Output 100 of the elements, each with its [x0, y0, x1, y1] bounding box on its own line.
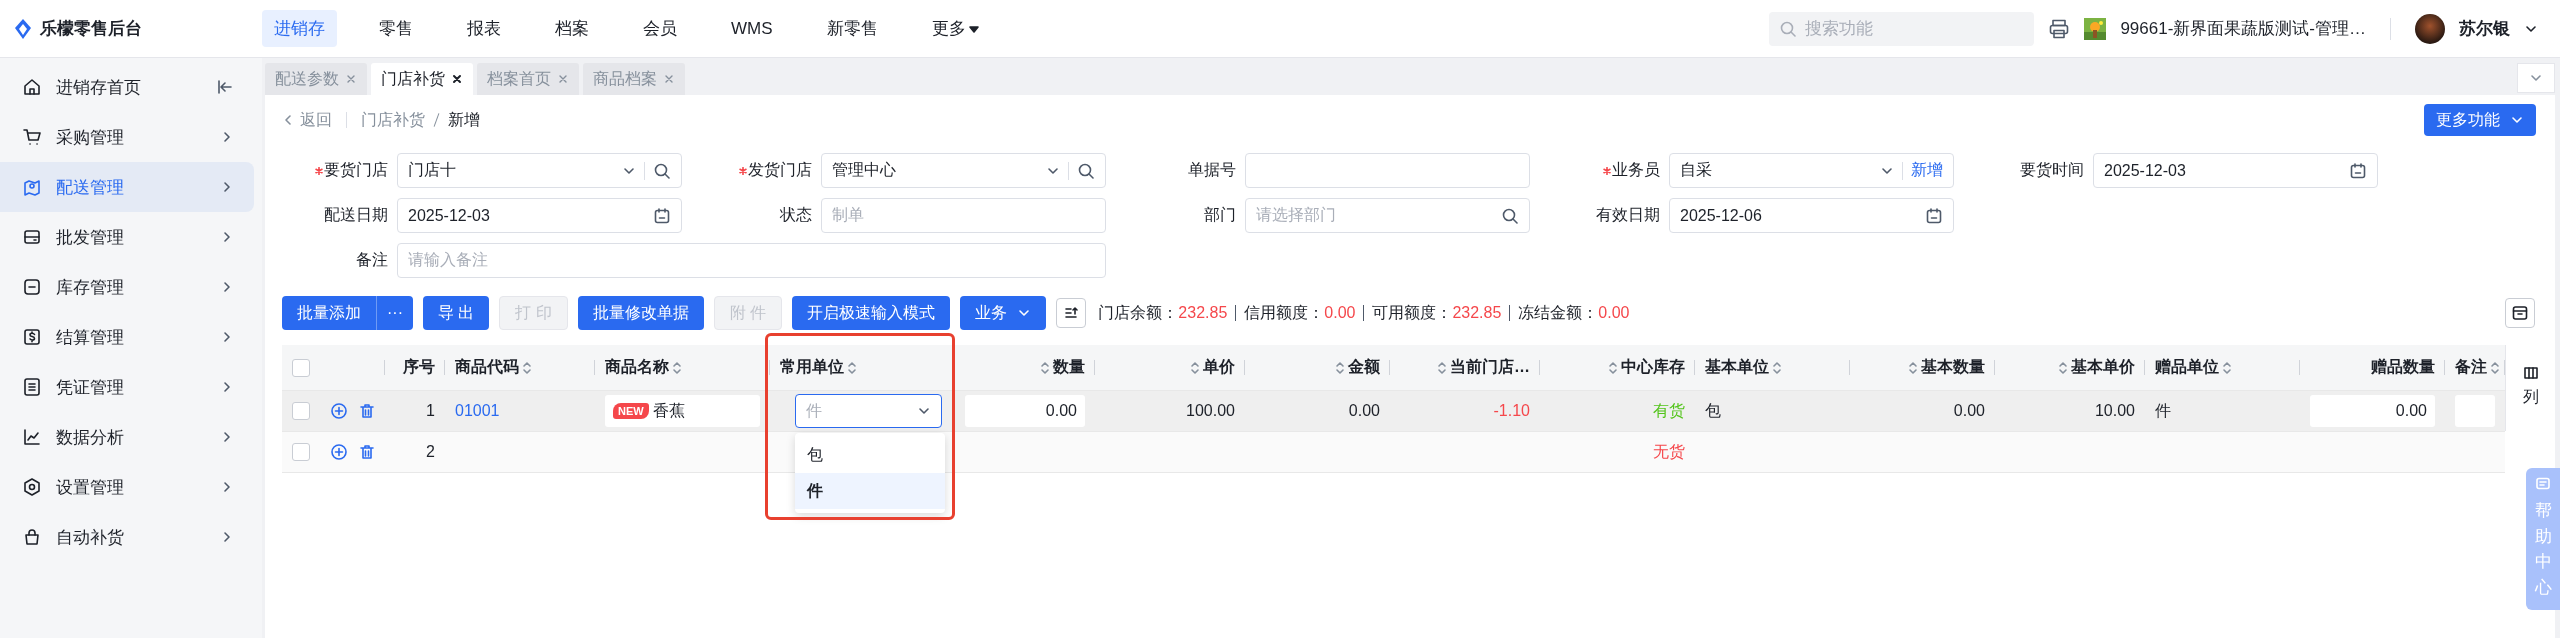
search-icon[interactable]	[653, 161, 671, 180]
date-field[interactable]: 2025-12-03	[397, 198, 682, 233]
sidebar-item[interactable]: 采购管理	[0, 112, 254, 162]
column-header[interactable]: 单价	[1190, 357, 1235, 378]
column-header[interactable]: 备注	[2455, 357, 2500, 378]
sort-button[interactable]	[1056, 298, 1087, 328]
add-link[interactable]: 新增	[1911, 160, 1943, 181]
bag-icon	[22, 527, 42, 547]
add-circle-icon[interactable]	[330, 402, 348, 420]
sidebar-item[interactable]: 凭证管理	[0, 362, 254, 412]
checkbox[interactable]	[292, 358, 310, 377]
archive-button[interactable]	[2505, 298, 2535, 328]
new-badge: NEW	[613, 403, 649, 419]
column-header[interactable]: 基本数量	[1908, 357, 1985, 378]
date-field[interactable]: 2025-12-06	[1669, 198, 1954, 233]
dropdown-button[interactable]: 业务	[960, 296, 1047, 330]
sort-icon	[1772, 360, 1782, 375]
sidebar-item[interactable]: 库存管理	[0, 262, 254, 312]
product-code-link[interactable]: 01001	[455, 402, 500, 420]
field-label: 单据号	[1188, 160, 1236, 180]
nav-tab[interactable]: 更多	[919, 10, 991, 47]
column-header[interactable]: 数量	[1040, 357, 1085, 378]
dropdown-option[interactable]: 件	[795, 473, 945, 509]
table-cell: -1.10	[1493, 402, 1530, 420]
balance-amount: 0.00	[1598, 304, 1630, 322]
tray-icon	[22, 227, 42, 247]
table-cell-text: 件	[2155, 400, 2171, 421]
add-circle-icon[interactable]	[330, 443, 348, 461]
required-icon	[315, 166, 323, 175]
select-field[interactable]: 管理中心	[821, 153, 1106, 188]
column-header[interactable]: 常用单位	[780, 357, 857, 378]
product-name-field[interactable]: NEW 香蕉	[605, 395, 760, 427]
caret-icon	[968, 23, 979, 34]
sort-icon	[672, 360, 682, 375]
column-header[interactable]: 商品名称	[605, 357, 682, 378]
column-header[interactable]: 当前门店…	[1437, 357, 1530, 378]
nav-tab[interactable]: 新零售	[814, 10, 890, 47]
balance-amount: 232.85	[1178, 304, 1228, 322]
column-header[interactable]: 金额	[1335, 357, 1380, 378]
input-field[interactable]: 0.00	[965, 395, 1085, 427]
balance-label: 门店余额：	[1098, 302, 1179, 323]
search-icon	[1779, 19, 1798, 38]
printer-icon[interactable]	[2048, 17, 2071, 40]
sidebar-item[interactable]: 结算管理	[0, 312, 254, 362]
sidebar-item[interactable]: 自动补货	[0, 512, 254, 562]
search-icon[interactable]	[1077, 161, 1095, 180]
tab[interactable]: 门店补货	[371, 63, 473, 95]
column-header[interactable]: 赠品单位	[2155, 357, 2232, 378]
toolbar-button[interactable]: 导 出	[423, 296, 490, 330]
sort-icon	[522, 360, 532, 375]
field-label: 要货时间	[2020, 160, 2084, 180]
input-field[interactable]: 0.00	[2310, 395, 2435, 427]
batch-add-button[interactable]: 批量添加	[282, 296, 376, 330]
calendar-icon	[2349, 161, 2367, 180]
column-header[interactable]: 基本单位	[1705, 357, 1782, 378]
nav-tab[interactable]: 零售	[367, 10, 425, 47]
checkbox[interactable]	[292, 402, 310, 420]
sort-icon	[1335, 360, 1345, 375]
required-icon	[739, 166, 747, 175]
toolbar-button[interactable]: 开启极速输入模式	[792, 296, 951, 330]
collapse-icon[interactable]	[216, 78, 234, 96]
sidebar-item[interactable]: 批发管理	[0, 212, 254, 262]
column-header[interactable]: 基本单价	[2058, 357, 2135, 378]
calendar-icon	[1925, 206, 1943, 225]
select-field[interactable]: 自采 新增	[1669, 153, 1954, 188]
sidebar-item[interactable]: 进销存首页	[0, 62, 254, 112]
date-field[interactable]: 2025-12-03	[2093, 153, 2378, 188]
more-options-button[interactable]: ···	[376, 296, 413, 330]
cart-icon	[22, 127, 42, 147]
column-header[interactable]: 商品代码	[455, 357, 532, 378]
select-field[interactable]: 门店十	[397, 153, 682, 188]
trash-icon[interactable]	[358, 402, 376, 420]
field-label: 部门	[1204, 205, 1236, 225]
trash-icon[interactable]	[358, 443, 376, 461]
home-icon	[22, 77, 42, 97]
checkbox[interactable]	[292, 443, 310, 461]
sidebar-item[interactable]: 配送管理	[0, 162, 254, 212]
field-label: 配送日期	[324, 205, 388, 225]
input-field[interactable]	[1245, 153, 1530, 188]
balance-label: 冻结金额：	[1518, 302, 1599, 323]
dropdown-option[interactable]: 包	[795, 437, 945, 473]
nav-tab[interactable]: 档案	[543, 10, 601, 47]
more-button[interactable]: 更多功能	[2424, 104, 2536, 136]
sort-icon	[1190, 360, 1200, 375]
field-label: 要货门店	[324, 160, 388, 180]
sidebar-item[interactable]: 数据分析	[0, 412, 254, 462]
toolbar-button[interactable]: 批量修改单据	[577, 296, 704, 330]
nav-tab[interactable]: 报表	[455, 10, 513, 47]
column-header[interactable]: 中心库存	[1608, 357, 1685, 378]
sidebar-item[interactable]: 设置管理	[0, 462, 254, 512]
field-label: 状态	[780, 205, 812, 225]
table-cell: 0.00	[1953, 402, 1985, 420]
store-name[interactable]: 99661-新界面果蔬版测试-管理…	[2120, 17, 2366, 40]
nav-tab[interactable]: WMS	[719, 11, 785, 46]
nav-tab[interactable]: 会员	[631, 10, 689, 47]
chevron-left-icon	[282, 114, 294, 126]
nav-tab[interactable]: 进销存	[262, 10, 337, 47]
app-title: 乐檬零售后台	[40, 18, 142, 40]
column-header: 赠品数量	[2371, 357, 2435, 377]
close-icon[interactable]	[451, 73, 463, 85]
